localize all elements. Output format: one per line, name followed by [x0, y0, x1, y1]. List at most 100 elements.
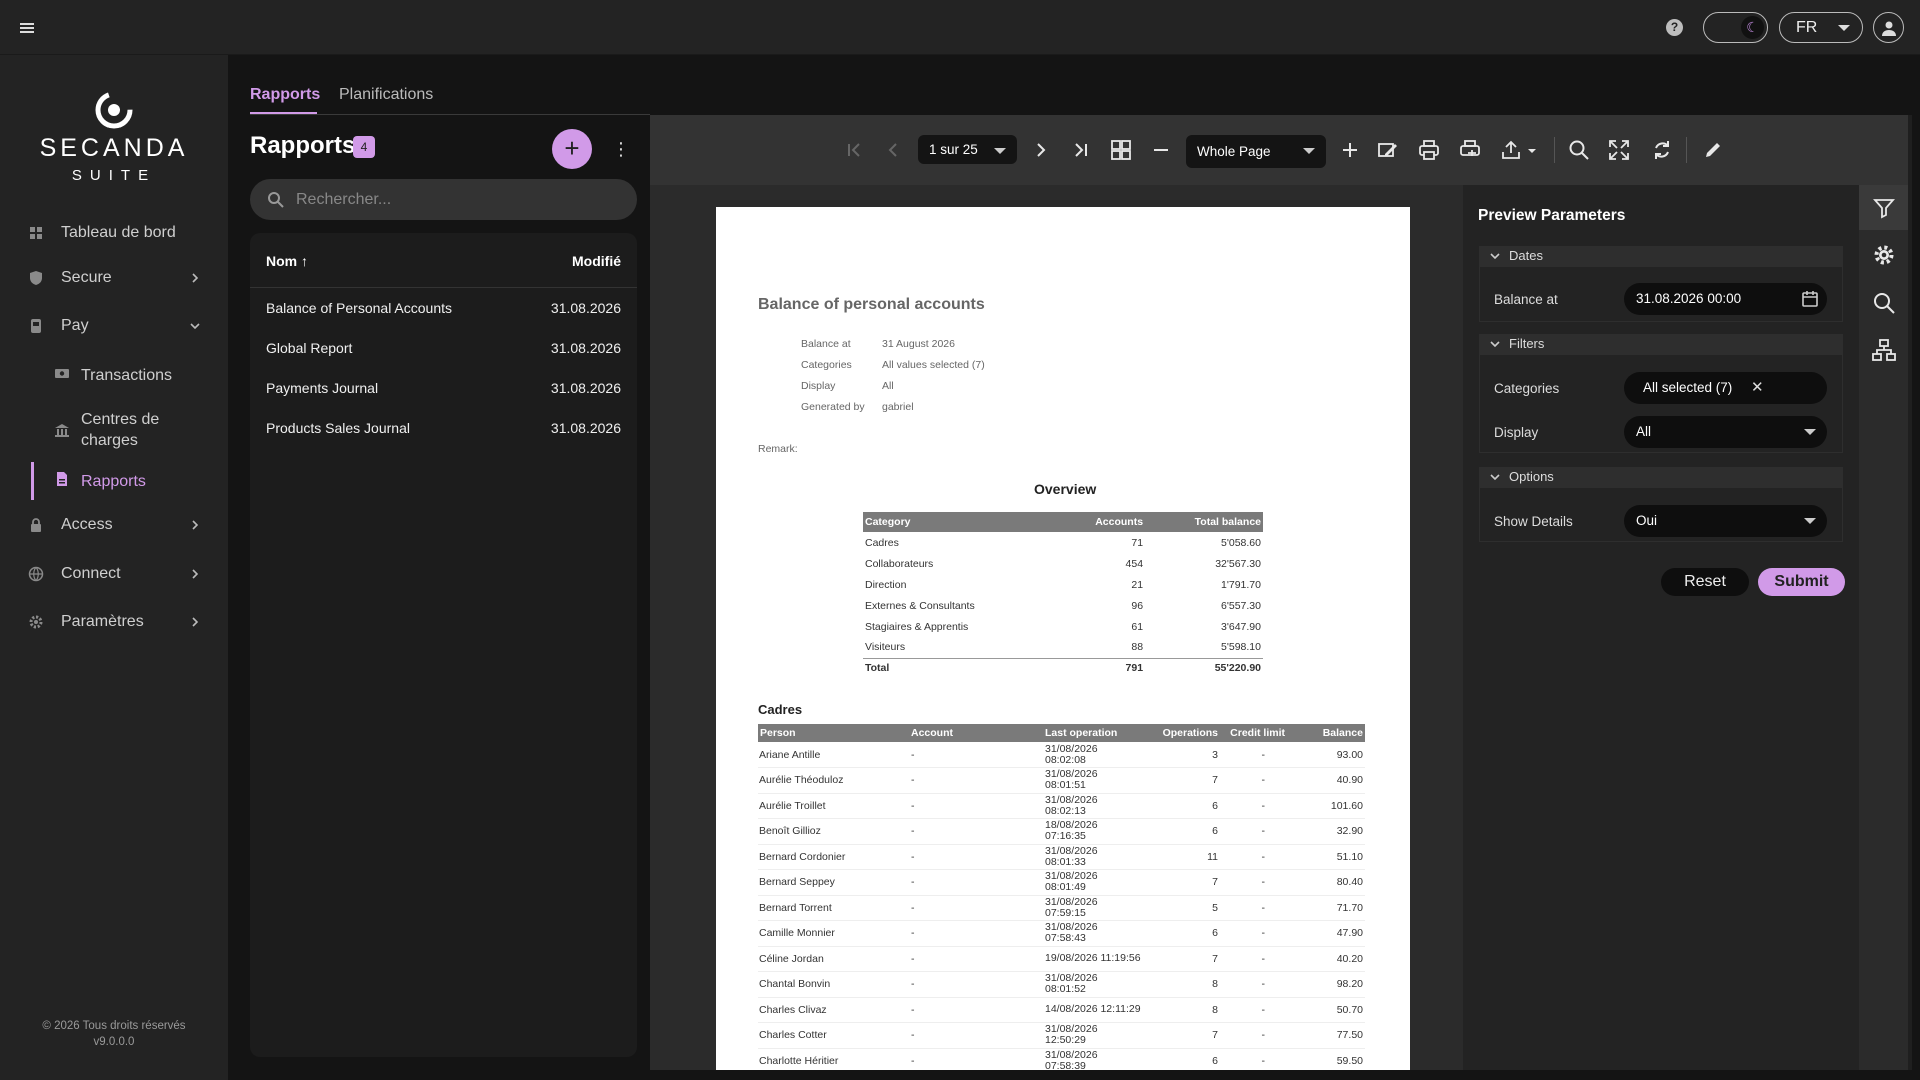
submit-button[interactable]: Submit [1758, 568, 1845, 596]
list-item[interactable]: Balance of Personal Accounts 31.08.2026 [250, 288, 637, 328]
det-cell: - [1261, 978, 1266, 991]
chevron-right-icon [192, 520, 199, 530]
theme-toggle[interactable]: ☾ [1703, 12, 1768, 43]
ov-cell: 96 [1131, 599, 1144, 612]
search-input[interactable]: Rechercher... [250, 179, 637, 220]
page-select[interactable]: 1 sur 25 [918, 135, 1017, 164]
chevron-down-icon [1490, 474, 1500, 481]
det-row: Charles Cotter - 31/08/2026 12:50:29 7 - 77.5… [758, 1023, 1365, 1048]
ov-cell: 6'557.30 [1221, 599, 1261, 612]
toolbar-divider [1554, 137, 1555, 163]
more-options-icon[interactable]: ⋮ [612, 138, 630, 160]
det-cell: 31/08/2026 08:01:33 [1045, 844, 1098, 868]
col-modified-header[interactable]: Modifié [572, 253, 621, 269]
language-select[interactable]: FR [1779, 12, 1863, 43]
user-icon [1881, 21, 1896, 36]
zoom-in-icon[interactable] [1336, 136, 1364, 164]
refresh-icon[interactable] [1648, 136, 1676, 164]
det-row: Ariane Antille - 31/08/2026 08:02:08 3 - 93.0… [758, 742, 1365, 768]
search-placeholder: Rechercher... [296, 191, 392, 208]
nav-item-secure[interactable]: Secure [0, 258, 228, 298]
categories-select[interactable]: All selected (7) ✕ [1624, 372, 1827, 404]
first-page-icon[interactable] [840, 136, 868, 164]
nav-sub-centres[interactable]: Centres de charges [0, 405, 228, 455]
list-item[interactable]: Payments Journal 31.08.2026 [250, 368, 637, 408]
det-cell: - [1261, 825, 1266, 838]
filter-icon[interactable] [1872, 196, 1896, 220]
det-cell: 50.70 [1336, 1003, 1363, 1016]
nav-item-settings[interactable]: Paramètres [0, 602, 228, 642]
clear-icon[interactable]: ✕ [1751, 372, 1764, 404]
add-report-button[interactable]: + [552, 129, 592, 169]
viewer-side-rail [1859, 185, 1908, 1070]
det-cell: 31/08/2026 07:59:15 [1045, 895, 1098, 919]
meta-key: Balance at [801, 338, 851, 350]
display-select[interactable]: All [1624, 416, 1827, 448]
list-item[interactable]: Global Report 31.08.2026 [250, 328, 637, 368]
multipage-icon[interactable] [1107, 136, 1135, 164]
count-badge: 4 [353, 136, 375, 158]
logo-subtitle: SUITE [71, 167, 157, 184]
edit-form-icon[interactable] [1374, 136, 1402, 164]
nav-sub-transactions[interactable]: Transactions [0, 362, 228, 390]
show-details-select[interactable]: Oui [1624, 505, 1827, 537]
prev-page-icon[interactable] [879, 136, 907, 164]
det-cell: - [1261, 1003, 1266, 1016]
chevron-down-icon [190, 323, 200, 330]
det-cell: 31/08/2026 08:02:08 [1045, 742, 1098, 766]
fullscreen-icon[interactable] [1605, 136, 1633, 164]
help-icon[interactable]: ? [1666, 19, 1683, 36]
calendar-icon[interactable] [1801, 290, 1819, 308]
ov-row: Externes & Consultants 96 6'557.30 [863, 595, 1263, 616]
col-name-header[interactable]: Nom ↑ [266, 253, 308, 269]
ov-row: Visiteurs 88 5'598.10 [863, 637, 1263, 658]
det-cell: 6 [1212, 825, 1218, 838]
report-date: 31.08.2026 [550, 420, 621, 436]
nav-item-access[interactable]: Access [0, 505, 228, 545]
user-menu-button[interactable] [1873, 12, 1904, 43]
det-cell: 31/08/2026 07:58:39 [1045, 1048, 1098, 1070]
section-dates[interactable]: Dates [1479, 246, 1843, 266]
ov-cell: 21 [1131, 578, 1144, 591]
ov-cell: 454 [1125, 557, 1144, 570]
export-icon[interactable] [1498, 136, 1542, 164]
det-row: Bernard Seppey - 31/08/2026 08:01:49 7 - 80.4… [758, 870, 1365, 895]
section-filters[interactable]: Filters [1479, 334, 1843, 354]
nav-item-dashboard[interactable]: Tableau de bord [0, 213, 228, 253]
section-title: Cadres [758, 702, 803, 717]
nav-sub-rapports[interactable]: Rapports [0, 468, 228, 496]
search-icon[interactable] [1872, 291, 1896, 315]
ov-cell: 32'567.30 [1215, 557, 1261, 570]
list-item[interactable]: Products Sales Journal 31.08.2026 [250, 408, 637, 448]
design-edit-icon[interactable] [1699, 136, 1727, 164]
preview-parameters-panel: Preview Parameters Dates Balance at 31.0… [1463, 185, 1859, 1070]
hamburger-icon[interactable] [16, 17, 38, 39]
det-cell: 101.60 [1330, 799, 1363, 812]
det-cell: 31/08/2026 08:01:52 [1045, 972, 1098, 996]
zoom-out-icon[interactable] [1147, 136, 1175, 164]
document-outline-icon[interactable] [1872, 338, 1896, 362]
next-page-icon[interactable] [1027, 136, 1055, 164]
section-options[interactable]: Options [1479, 467, 1843, 487]
last-page-icon[interactable] [1067, 136, 1095, 164]
find-icon[interactable] [1565, 136, 1593, 164]
det-cell: 14/08/2026 12:11:29 [1045, 1003, 1141, 1016]
print-icon[interactable] [1415, 136, 1443, 164]
secanda-logo-icon [95, 91, 133, 129]
det-cell: - [911, 978, 915, 991]
det-row: Camille Monnier - 31/08/2026 07:58:43 6 - 47.… [758, 921, 1365, 946]
det-cell: Céline Jordan [759, 952, 824, 965]
zoom-select[interactable]: Whole Page [1186, 135, 1326, 168]
report-page: Balance of personal accounts Balance at … [716, 207, 1410, 1070]
nav-item-connect[interactable]: Connect [0, 554, 228, 594]
nav-sub-label: Transactions [81, 367, 172, 384]
settings-icon[interactable] [1872, 243, 1896, 267]
print-pdf-icon[interactable] [1456, 136, 1484, 164]
det-cell: 93.00 [1336, 748, 1363, 761]
nav-item-pay[interactable]: Pay [0, 306, 228, 346]
det-cell: 77.50 [1336, 1029, 1363, 1042]
balance-date-input[interactable]: 31.08.2026 00:00 [1624, 283, 1827, 315]
reset-button[interactable]: Reset [1661, 568, 1749, 596]
det-cell: 7 [1212, 876, 1218, 889]
chevron-right-icon [192, 273, 199, 283]
